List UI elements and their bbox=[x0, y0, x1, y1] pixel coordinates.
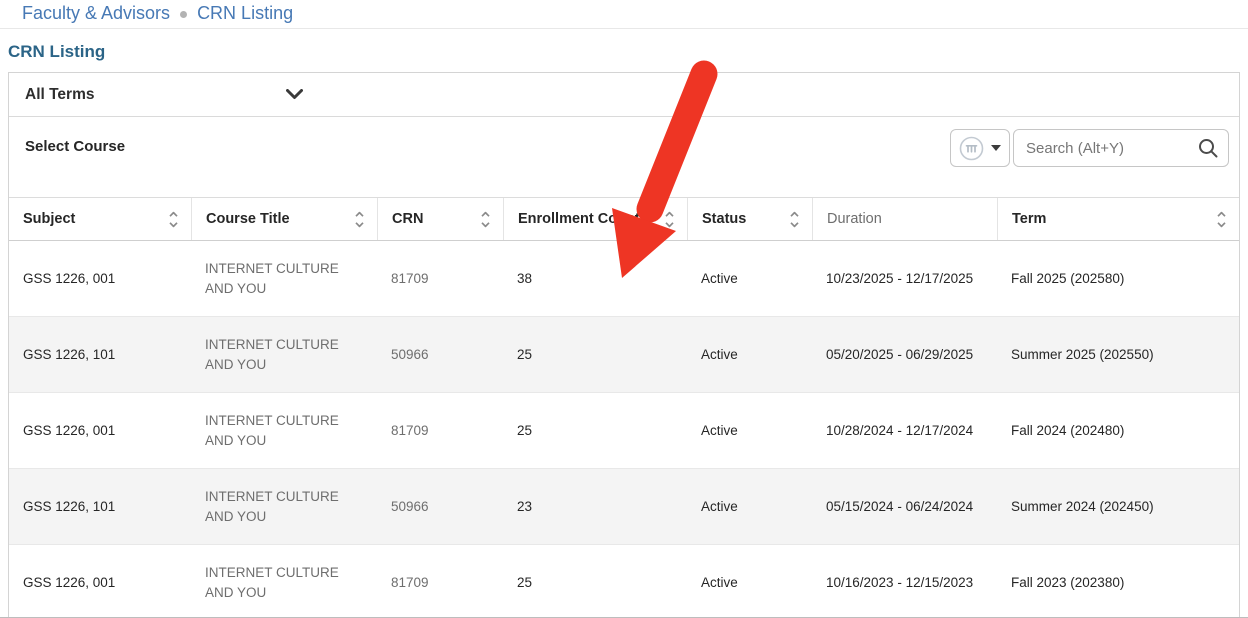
search-box bbox=[1013, 129, 1229, 167]
column-header-label: Term bbox=[1012, 211, 1046, 227]
table-row[interactable]: GSS 1226, 101 INTERNET CULTURE AND YOU 5… bbox=[9, 469, 1239, 545]
cell-course-title: INTERNET CULTURE AND YOU bbox=[191, 335, 377, 374]
cell-crn: 81709 bbox=[377, 269, 503, 289]
sort-icon bbox=[480, 209, 491, 230]
cell-subject: GSS 1226, 101 bbox=[9, 497, 191, 517]
cell-course-title: INTERNET CULTURE AND YOU bbox=[191, 487, 377, 526]
cell-duration: 10/23/2025 - 12/17/2025 bbox=[812, 269, 997, 289]
cell-enrollment-count: 25 bbox=[503, 573, 687, 593]
term-selector[interactable]: All Terms bbox=[25, 86, 303, 104]
cell-subject: GSS 1226, 001 bbox=[9, 573, 191, 593]
column-settings-button[interactable] bbox=[950, 129, 1010, 167]
crn-listing-panel: All Terms Select Course bbox=[8, 72, 1240, 618]
table-row[interactable]: GSS 1226, 101 INTERNET CULTURE AND YOU 5… bbox=[9, 317, 1239, 393]
table-row[interactable]: GSS 1226, 001 INTERNET CULTURE AND YOU 8… bbox=[9, 393, 1239, 469]
term-selector-value: All Terms bbox=[25, 86, 95, 104]
cell-course-title: INTERNET CULTURE AND YOU bbox=[191, 563, 377, 602]
caret-down-icon bbox=[991, 145, 1001, 151]
page-title: CRN Listing bbox=[8, 42, 1248, 62]
table-columns-icon bbox=[959, 136, 984, 161]
cell-status: Active bbox=[687, 269, 812, 289]
cell-term: Fall 2025 (202580) bbox=[997, 269, 1239, 289]
sort-icon bbox=[789, 209, 800, 230]
column-header-label: Course Title bbox=[206, 211, 290, 227]
cell-crn: 50966 bbox=[377, 345, 503, 365]
column-header-label: Subject bbox=[23, 211, 75, 227]
cell-duration: 10/28/2024 - 12/17/2024 bbox=[812, 421, 997, 441]
column-header-term[interactable]: Term bbox=[997, 198, 1239, 240]
cell-status: Active bbox=[687, 421, 812, 441]
breadcrumb-current-crn-listing[interactable]: CRN Listing bbox=[197, 3, 293, 24]
column-header-status[interactable]: Status bbox=[687, 198, 812, 240]
cell-course-title: INTERNET CULTURE AND YOU bbox=[191, 411, 377, 450]
breadcrumb-link-faculty-advisors[interactable]: Faculty & Advisors bbox=[22, 3, 170, 24]
cell-status: Active bbox=[687, 497, 812, 517]
select-course-label: Select Course bbox=[25, 138, 125, 155]
cell-duration: 05/15/2024 - 06/24/2024 bbox=[812, 497, 997, 517]
column-header-enrollment-count[interactable]: Enrollment Count bbox=[503, 198, 687, 240]
sort-icon bbox=[1216, 209, 1227, 230]
cell-crn: 81709 bbox=[377, 573, 503, 593]
cell-term: Fall 2024 (202480) bbox=[997, 421, 1239, 441]
cell-subject: GSS 1226, 101 bbox=[9, 345, 191, 365]
cell-enrollment-count: 25 bbox=[503, 345, 687, 365]
cell-crn: 50966 bbox=[377, 497, 503, 517]
column-header-crn[interactable]: CRN bbox=[377, 198, 503, 240]
cell-term: Summer 2025 (202550) bbox=[997, 345, 1239, 365]
sort-icon bbox=[664, 209, 675, 230]
cell-course-title: INTERNET CULTURE AND YOU bbox=[191, 259, 377, 298]
column-header-label: Status bbox=[702, 211, 746, 227]
cell-subject: GSS 1226, 001 bbox=[9, 269, 191, 289]
cell-subject: GSS 1226, 001 bbox=[9, 421, 191, 441]
chevron-down-icon bbox=[286, 89, 303, 100]
crn-table: Subject Course Title CRN Enrollment Coun… bbox=[9, 197, 1239, 618]
sort-icon bbox=[168, 209, 179, 230]
cell-duration: 05/20/2025 - 06/29/2025 bbox=[812, 345, 997, 365]
column-header-duration[interactable]: Duration bbox=[812, 198, 997, 240]
search-icon[interactable] bbox=[1197, 137, 1219, 159]
cell-crn: 81709 bbox=[377, 421, 503, 441]
column-header-subject[interactable]: Subject bbox=[9, 198, 191, 240]
cell-status: Active bbox=[687, 573, 812, 593]
cell-term: Summer 2024 (202450) bbox=[997, 497, 1239, 517]
cell-status: Active bbox=[687, 345, 812, 365]
table-header-row: Subject Course Title CRN Enrollment Coun… bbox=[9, 197, 1239, 241]
cell-enrollment-count: 23 bbox=[503, 497, 687, 517]
column-header-label: CRN bbox=[392, 211, 423, 227]
table-body: GSS 1226, 001 INTERNET CULTURE AND YOU 8… bbox=[9, 241, 1239, 618]
cell-term: Fall 2023 (202380) bbox=[997, 573, 1239, 593]
column-header-course-title[interactable]: Course Title bbox=[191, 198, 377, 240]
breadcrumb-separator-icon bbox=[180, 11, 187, 18]
cell-enrollment-count: 38 bbox=[503, 269, 687, 289]
table-controls bbox=[950, 129, 1229, 167]
cell-duration: 10/16/2023 - 12/15/2023 bbox=[812, 573, 997, 593]
breadcrumb: Faculty & Advisors CRN Listing bbox=[0, 0, 1248, 29]
cell-enrollment-count: 25 bbox=[503, 421, 687, 441]
table-row[interactable]: GSS 1226, 001 INTERNET CULTURE AND YOU 8… bbox=[9, 241, 1239, 317]
column-header-label: Enrollment Count bbox=[518, 211, 640, 227]
sort-icon bbox=[354, 209, 365, 230]
select-course-row: Select Course bbox=[9, 117, 1239, 197]
table-row[interactable]: GSS 1226, 001 INTERNET CULTURE AND YOU 8… bbox=[9, 545, 1239, 618]
column-header-label: Duration bbox=[827, 211, 882, 227]
term-selector-row: All Terms bbox=[9, 73, 1239, 117]
